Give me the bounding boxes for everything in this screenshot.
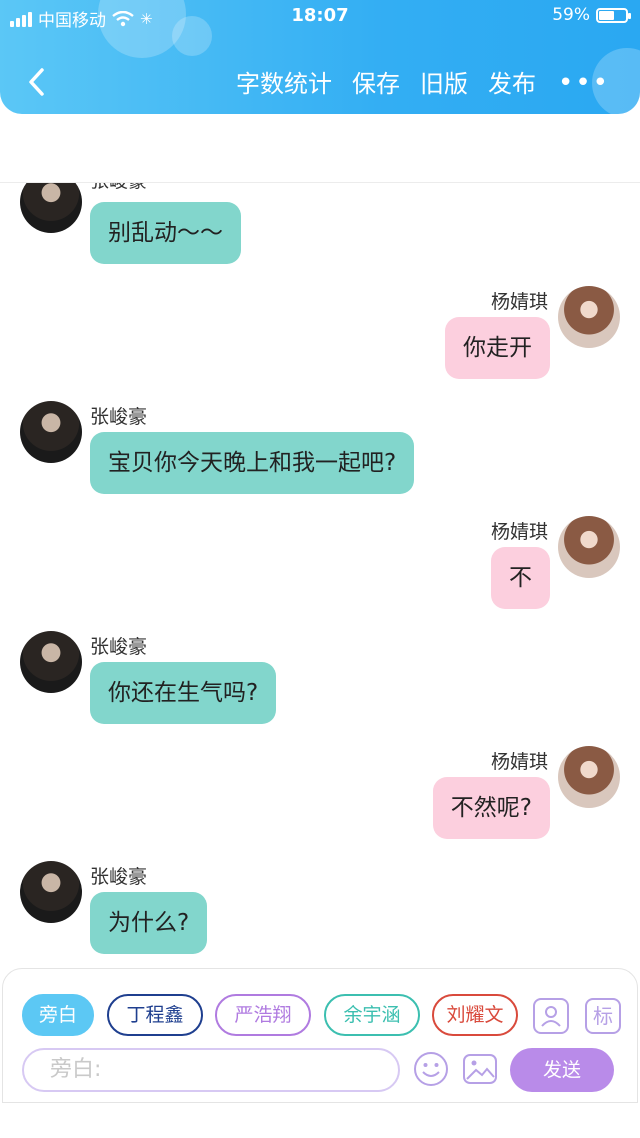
avatar[interactable] <box>20 861 82 923</box>
publish-button[interactable]: 发布 <box>488 64 536 99</box>
person-card-icon[interactable] <box>533 998 569 1034</box>
more-horizontal-icon[interactable]: ••• <box>558 68 610 98</box>
message-bubble[interactable]: 宝贝你今天晚上和我一起吧? <box>90 432 415 494</box>
speaker-name: 杨婧琪 <box>490 751 548 773</box>
app-screen: 中国移动 ✳ 18:07 59% 字数统计 保存 旧版 发布 ••• 别乱动～～… <box>0 0 640 1138</box>
avatar[interactable] <box>558 516 620 578</box>
message-bubble[interactable]: 你走开 <box>445 317 550 379</box>
message-bubble[interactable]: 你还在生气吗? <box>90 662 277 724</box>
avatar[interactable] <box>558 746 620 808</box>
avatar[interactable] <box>20 631 82 693</box>
speaker-name: 杨婧琪 <box>490 291 548 313</box>
avatar[interactable] <box>20 183 82 233</box>
emoji-icon[interactable] <box>413 1051 449 1087</box>
avatar[interactable] <box>558 286 620 348</box>
status-bar: 中国移动 ✳ 18:07 59% <box>0 0 640 34</box>
role-chip-narration[interactable]: 旁白 <box>22 994 94 1036</box>
header: 中国移动 ✳ 18:07 59% 字数统计 保存 旧版 发布 ••• <box>0 0 640 114</box>
role-chip[interactable]: 丁程鑫 <box>107 994 203 1036</box>
speaker-name: 张峻豪 <box>90 866 148 888</box>
word-count-button[interactable]: 字数统计 <box>236 64 332 99</box>
chat-list[interactable]: 张峻豪 别乱动～～ 杨婧琪 你走开 张峻豪 宝贝你今天晚上和我一起吧? 杨婧琪 … <box>0 183 640 968</box>
message-bubble[interactable]: 别乱动～～ <box>90 202 241 264</box>
old-version-button[interactable]: 旧版 <box>420 64 468 99</box>
role-chip[interactable]: 刘耀文 <box>432 994 518 1036</box>
navbar: 字数统计 保存 旧版 发布 ••• <box>0 56 640 106</box>
tag-icon[interactable]: 标 <box>585 998 621 1034</box>
battery-percent: 59% <box>552 5 590 25</box>
message-input[interactable]: 旁白: <box>22 1048 400 1092</box>
speaker-name: 杨婧琪 <box>490 521 548 543</box>
battery-icon <box>596 7 631 23</box>
composer-bar: 旁白 丁程鑫 严浩翔 余宇涵 刘耀文 标 旁白: 发送 <box>0 968 640 1138</box>
speaker-name: 张峻豪 <box>90 636 148 658</box>
avatar[interactable] <box>20 401 82 463</box>
speaker-name: 张峻豪 <box>90 406 148 428</box>
save-button[interactable]: 保存 <box>352 64 400 99</box>
image-icon[interactable] <box>462 1051 498 1087</box>
role-chip[interactable]: 余宇涵 <box>324 994 420 1036</box>
message-bubble[interactable]: 不然呢? <box>432 777 550 839</box>
message-bubble[interactable]: 为什么? <box>90 892 208 954</box>
send-button[interactable]: 发送 <box>510 1048 614 1092</box>
speaker-name: 张峻豪 <box>90 183 147 193</box>
chevron-left-icon[interactable] <box>22 62 52 102</box>
role-chip[interactable]: 严浩翔 <box>215 994 311 1036</box>
message-bubble[interactable]: 不 <box>491 547 550 609</box>
clock: 18:07 <box>291 5 349 26</box>
battery-level <box>599 10 615 20</box>
